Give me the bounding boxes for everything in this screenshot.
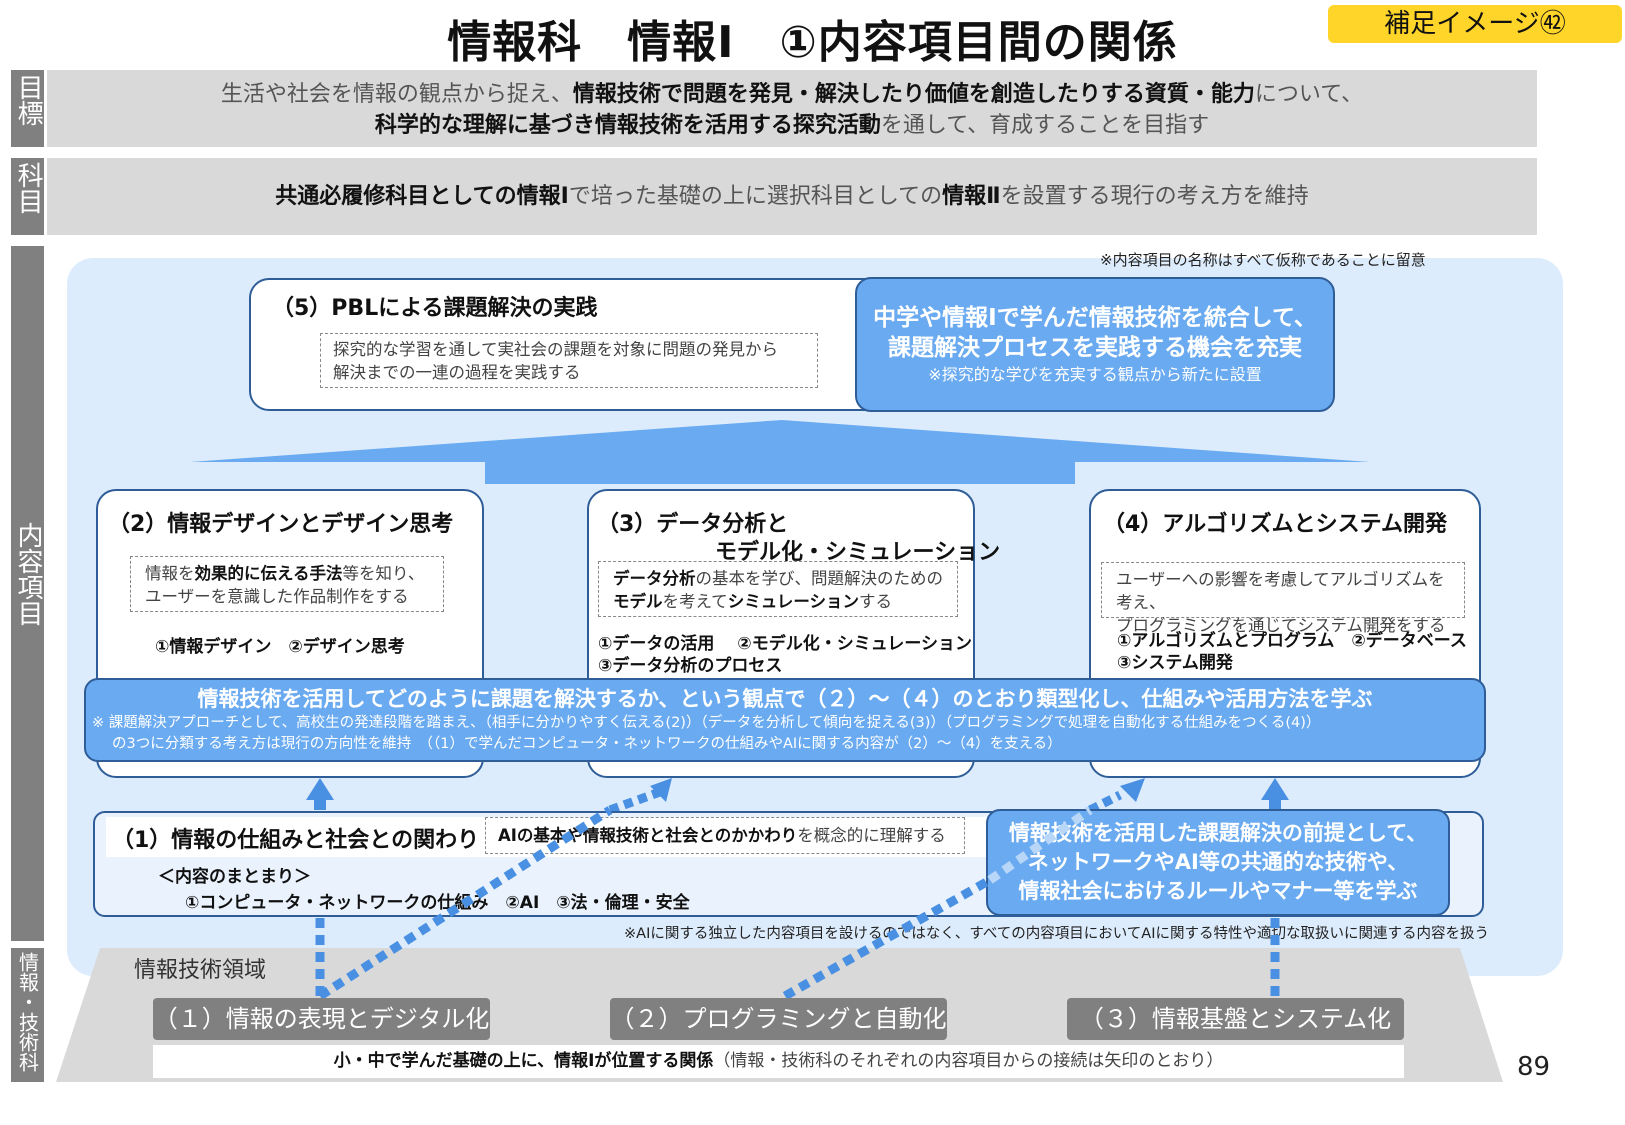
tech-footer-bold2: 情報Ⅰが位置する関係	[554, 1051, 714, 1071]
tech-footer-post: （情報・技術科のそれぞれの内容項目からの接続は矢印のとおり）	[713, 1051, 1224, 1071]
dotted-tech2-diagonal-light	[987, 806, 1093, 884]
tech-footer: 小・中で学んだ基礎の上に、情報Ⅰが位置する関係（情報・技術科のそれぞれの内容項目…	[153, 1045, 1404, 1078]
tech-footer-bold1: 小・中で学んだ基礎の上に、	[333, 1051, 555, 1071]
tech-box-3: （３）情報基盤とシステム化	[1067, 998, 1404, 1040]
tech-box-2: （２）プログラミングと自動化	[610, 998, 947, 1040]
tech-box-1: （１）情報の表現とデジタル化	[153, 998, 490, 1040]
tech-area-title: 情報技術領域	[134, 958, 267, 983]
page-number: 89	[1517, 1052, 1551, 1082]
